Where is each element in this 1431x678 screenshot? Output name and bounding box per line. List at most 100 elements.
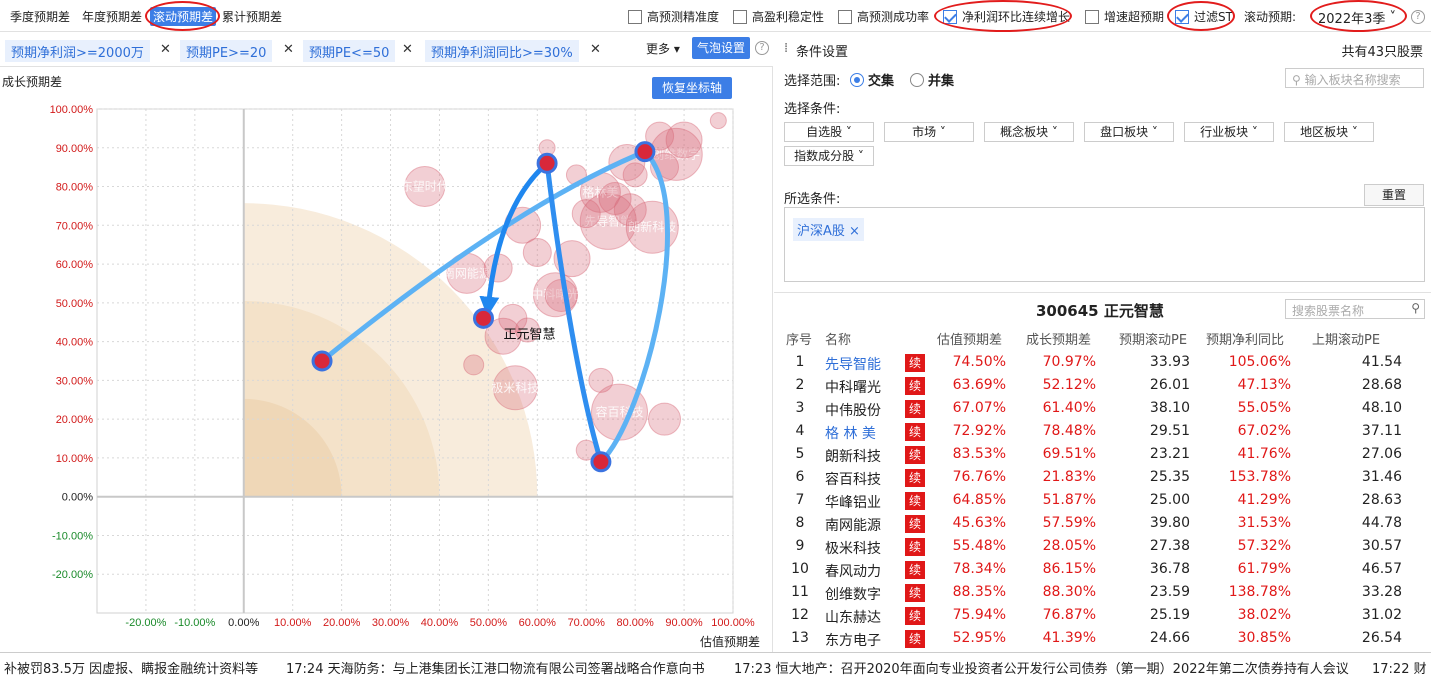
table-row[interactable]: 1 先导智能 74.50% 70.97% 33.93 105.06% 41.54 续 bbox=[774, 351, 1431, 374]
cell-valuation-gap: 72.92% bbox=[952, 423, 1006, 439]
cell-growth-gap: 41.39% bbox=[1042, 630, 1096, 646]
news-item[interactable]: 17:23 恒大地产：召开2020年面向专业投资者公开发行公司债券（第一期）20… bbox=[734, 658, 1349, 677]
cell-prev-pe: 48.10 bbox=[1361, 400, 1402, 416]
close-icon[interactable]: ✕ bbox=[402, 42, 413, 57]
checkbox[interactable] bbox=[838, 9, 852, 24]
cell-growth-gap: 21.83% bbox=[1042, 469, 1096, 485]
y-tick-label: 40.00% bbox=[56, 337, 94, 349]
rolling-select[interactable]: 2022年3季 ˅ bbox=[1318, 8, 1396, 27]
news-item[interactable]: 17:22 财 bbox=[1372, 658, 1427, 677]
cell-profit-yoy: 30.85% bbox=[1237, 630, 1291, 646]
dropdown-concept[interactable]: 概念板块 ˅ bbox=[984, 122, 1074, 142]
option-success-rate[interactable]: 高预测成功率 bbox=[838, 8, 929, 25]
close-icon[interactable]: ✕ bbox=[283, 42, 294, 57]
cell-rolling-pe: 29.51 bbox=[1149, 423, 1190, 439]
filter-chips: 预期净利润>=2000万 ✕ 预期PE>=20 ✕ 预期PE<=50 ✕ 预期净… bbox=[0, 37, 773, 65]
stock-count: 共有43只股票 bbox=[1341, 45, 1423, 60]
checkbox-checked[interactable] bbox=[943, 9, 957, 24]
sector-search-input[interactable]: ⚲ 输入板块名称搜索 bbox=[1285, 68, 1424, 88]
news-item[interactable]: 17:24 天海防务：与上港集团长江港口物流有限公司签署战略合作意向书 bbox=[286, 658, 705, 677]
cell-profit-yoy: 105.06% bbox=[1228, 354, 1291, 370]
news-item[interactable]: 补被罚83.5万 因虚报、瞒报金融统计资料等 bbox=[4, 658, 258, 677]
col-valuation-gap[interactable]: 估值预期差 bbox=[937, 329, 1002, 348]
cell-index: 12 bbox=[791, 607, 809, 623]
grip-icon: ⁞ bbox=[784, 41, 789, 56]
checkbox[interactable] bbox=[1085, 9, 1099, 24]
table-row[interactable]: 11 创维数字 88.35% 88.30% 23.59 138.78% 33.28 续 bbox=[774, 581, 1431, 604]
table-header: 序号 名称 估值预期差 成长预期差 预期滚动PE 预期净利同比 上期滚动PE bbox=[774, 329, 1431, 349]
table-row[interactable]: 7 华峰铝业 64.85% 51.87% 25.00 41.29% 28.63 续 bbox=[774, 489, 1431, 512]
cell-valuation-gap: 88.35% bbox=[952, 584, 1006, 600]
range-intersection[interactable]: 交集 bbox=[850, 70, 894, 89]
close-icon[interactable]: ✕ bbox=[590, 42, 601, 57]
checkbox[interactable] bbox=[733, 9, 747, 24]
y-tick-label: 0.00% bbox=[62, 492, 93, 504]
table-row[interactable]: 9 极米科技 55.48% 28.05% 27.38 57.32% 30.57 续 bbox=[774, 535, 1431, 558]
tab-quarterly[interactable]: 季度预期差 bbox=[10, 8, 70, 25]
cell-profit-yoy: 138.78% bbox=[1228, 584, 1291, 600]
rolling-label: 滚动预期: bbox=[1244, 10, 1297, 24]
table-row[interactable]: 4 格 林 美 72.92% 78.48% 29.51 67.02% 37.11 续 bbox=[774, 420, 1431, 443]
table-row[interactable]: 8 南网能源 45.63% 57.59% 39.80 31.53% 44.78 续 bbox=[774, 512, 1431, 535]
table-row[interactable]: 12 山东赫达 75.94% 76.87% 25.19 38.02% 31.02 续 bbox=[774, 604, 1431, 627]
dropdown-market[interactable]: 市场 ˅ bbox=[884, 122, 974, 142]
table-row[interactable]: 3 中伟股份 67.07% 61.40% 38.10 55.05% 48.10 续 bbox=[774, 397, 1431, 420]
col-prev-pe[interactable]: 上期滚动PE bbox=[1312, 329, 1380, 348]
col-index[interactable]: 序号 bbox=[786, 329, 812, 348]
option-filter-st[interactable]: 过滤ST bbox=[1175, 8, 1233, 25]
option-precision[interactable]: 高预测精准度 bbox=[628, 8, 719, 25]
bubble-label: 容百科技 bbox=[595, 404, 643, 419]
option-profit-growth[interactable]: 净利润环比连续增长 bbox=[943, 8, 1070, 25]
cell-prev-pe: 26.54 bbox=[1361, 630, 1402, 646]
radio-checked[interactable] bbox=[850, 73, 864, 87]
col-growth-gap[interactable]: 成长预期差 bbox=[1026, 329, 1091, 348]
help-icon[interactable]: ? bbox=[755, 41, 769, 55]
filter-chip: 预期净利润同比>=30% bbox=[425, 40, 579, 62]
stock-search-input[interactable]: 搜索股票名称 ⚲ bbox=[1285, 299, 1425, 319]
table-row[interactable]: 5 朗新科技 83.53% 69.51% 23.21 41.76% 27.06 续 bbox=[774, 443, 1431, 466]
dropdown-index[interactable]: 指数成分股 ˅ bbox=[784, 146, 874, 166]
dropdown-watchlist[interactable]: 自选股 ˅ bbox=[784, 122, 874, 142]
cell-valuation-gap: 75.94% bbox=[952, 607, 1006, 623]
reset-button[interactable]: 重置 bbox=[1364, 184, 1424, 206]
col-name[interactable]: 名称 bbox=[825, 329, 851, 348]
table-row[interactable]: 2 中科曙光 63.69% 52.12% 26.01 47.13% 28.68 续 bbox=[774, 374, 1431, 397]
close-icon[interactable]: ✕ bbox=[160, 42, 171, 57]
tab-annual[interactable]: 年度预期差 bbox=[82, 8, 142, 25]
tab-rolling[interactable]: 滚动预期差 bbox=[150, 7, 217, 26]
help-icon[interactable]: ? bbox=[1411, 10, 1425, 24]
current-stock-label: 正元智慧 bbox=[503, 326, 555, 342]
dropdown-region[interactable]: 地区板块 ˅ bbox=[1284, 122, 1374, 142]
filter-chip: 预期PE>=20 bbox=[180, 40, 273, 62]
range-union[interactable]: 并集 bbox=[910, 70, 954, 89]
continuation-badge: 续 bbox=[905, 354, 925, 372]
continuation-badge: 续 bbox=[905, 538, 925, 556]
y-tick-label: -10.00% bbox=[52, 530, 93, 542]
cell-profit-yoy: 57.32% bbox=[1237, 538, 1291, 554]
table-row[interactable]: 6 容百科技 76.76% 21.83% 25.35 153.78% 31.46 续 bbox=[774, 466, 1431, 489]
col-rolling-pe[interactable]: 预期滚动PE bbox=[1119, 329, 1187, 348]
cell-name: 极米科技 bbox=[825, 541, 881, 557]
cell-prev-pe: 30.57 bbox=[1361, 538, 1402, 554]
more-dropdown[interactable]: 更多 ▾ bbox=[646, 40, 680, 57]
radio[interactable] bbox=[910, 73, 924, 87]
option-beat-expectation[interactable]: 增速超预期 bbox=[1085, 8, 1164, 25]
bubble-settings-button[interactable]: 气泡设置 bbox=[692, 37, 750, 59]
option-stability[interactable]: 高盈利稳定性 bbox=[733, 8, 824, 25]
tab-cumulative[interactable]: 累计预期差 bbox=[222, 8, 282, 25]
table-row[interactable]: 13 东方电子 52.95% 41.39% 24.66 30.85% 26.54 续 bbox=[774, 627, 1431, 650]
cell-rolling-pe: 25.35 bbox=[1149, 469, 1190, 485]
col-profit-yoy[interactable]: 预期净利同比 bbox=[1206, 329, 1284, 348]
stock-bubble bbox=[665, 121, 703, 159]
cell-valuation-gap: 63.69% bbox=[952, 377, 1006, 393]
table-row[interactable]: 10 春风动力 78.34% 86.15% 36.78 61.79% 46.57 续 bbox=[774, 558, 1431, 581]
cell-name: 东方电子 bbox=[825, 633, 881, 649]
selected-label: 所选条件: bbox=[784, 192, 841, 207]
checkbox-checked[interactable] bbox=[1175, 9, 1189, 24]
checkbox[interactable] bbox=[628, 9, 642, 24]
continuation-badge: 续 bbox=[905, 492, 925, 510]
cell-growth-gap: 28.05% bbox=[1042, 538, 1096, 554]
dropdown-board[interactable]: 盘口板块 ˅ bbox=[1084, 122, 1174, 142]
dropdown-industry[interactable]: 行业板块 ˅ bbox=[1184, 122, 1274, 142]
condition-tag[interactable]: 沪深A股 × bbox=[793, 218, 864, 241]
